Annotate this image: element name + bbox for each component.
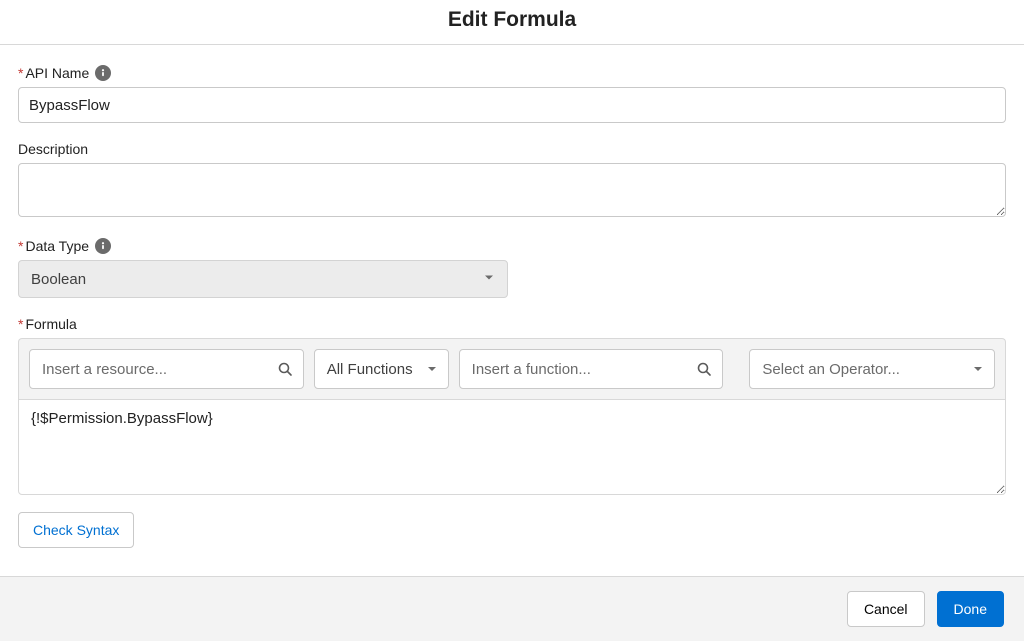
formula-toolbar: All Functions Select an Operator...: [18, 338, 1006, 399]
data-type-label-line: *Data Type: [18, 238, 1006, 254]
data-type-select: Boolean: [18, 260, 508, 298]
insert-function-combo[interactable]: [459, 349, 724, 389]
formula-field: *Formula All Functions: [18, 316, 1006, 548]
api-name-input[interactable]: [18, 87, 1006, 123]
done-button[interactable]: Done: [937, 591, 1004, 627]
description-label: Description: [18, 141, 88, 157]
modal-header: Edit Formula: [0, 0, 1024, 45]
chevron-down-icon: [426, 363, 438, 375]
data-type-label: *Data Type: [18, 238, 89, 254]
data-type-value: Boolean: [31, 271, 86, 288]
api-name-label: *API Name: [18, 65, 89, 81]
select-operator-select[interactable]: Select an Operator...: [749, 349, 995, 389]
info-icon[interactable]: [95, 65, 111, 81]
api-name-label-line: *API Name: [18, 65, 1006, 81]
chevron-down-icon: [483, 271, 495, 288]
info-icon[interactable]: [95, 238, 111, 254]
insert-function-input[interactable]: [460, 350, 723, 388]
cancel-button[interactable]: Cancel: [847, 591, 925, 627]
required-star-icon: *: [18, 65, 23, 81]
insert-resource-combo[interactable]: [29, 349, 304, 389]
modal-title: Edit Formula: [0, 8, 1024, 32]
required-star-icon: *: [18, 238, 23, 254]
modal-footer: Cancel Done: [0, 576, 1024, 641]
chevron-down-icon: [972, 363, 984, 375]
search-icon: [277, 361, 293, 377]
description-textarea[interactable]: [18, 163, 1006, 217]
description-label-line: Description: [18, 141, 1006, 157]
formula-textarea[interactable]: [18, 399, 1006, 495]
data-type-field: *Data Type Boolean: [18, 238, 1006, 298]
formula-label-line: *Formula: [18, 316, 1006, 332]
select-operator-placeholder: Select an Operator...: [762, 361, 900, 378]
api-name-field: *API Name: [18, 65, 1006, 123]
required-star-icon: *: [18, 316, 23, 332]
formula-label: *Formula: [18, 316, 77, 332]
edit-formula-modal: Edit Formula *API Name Description: [0, 0, 1024, 641]
all-functions-select[interactable]: All Functions: [314, 349, 449, 389]
modal-body: *API Name Description *Data Type: [0, 45, 1024, 576]
description-field: Description: [18, 141, 1006, 220]
all-functions-label: All Functions: [327, 361, 413, 378]
check-syntax-button[interactable]: Check Syntax: [18, 512, 134, 548]
insert-resource-input[interactable]: [30, 350, 303, 388]
search-icon: [696, 361, 712, 377]
